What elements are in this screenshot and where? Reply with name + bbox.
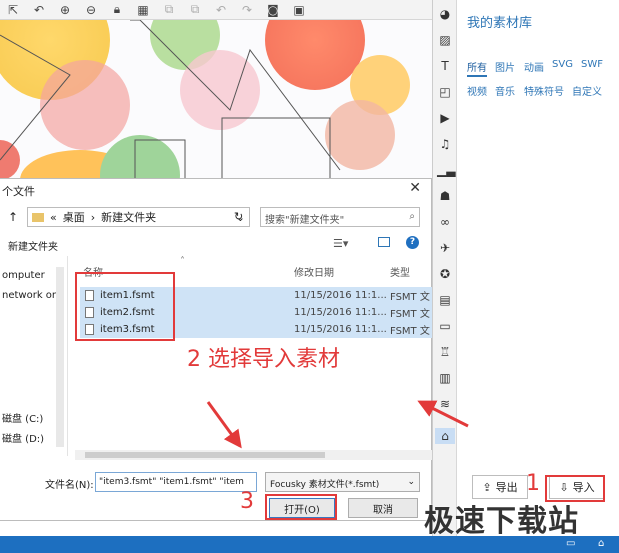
status-bar: ▭ ⌂ bbox=[0, 536, 619, 553]
unlock-icon[interactable]: ⌂ bbox=[598, 538, 604, 549]
monitor-icon[interactable]: ▭ bbox=[566, 538, 575, 549]
watermark: 极速下载站 bbox=[424, 504, 579, 539]
annotation-arrows bbox=[206, 400, 469, 449]
